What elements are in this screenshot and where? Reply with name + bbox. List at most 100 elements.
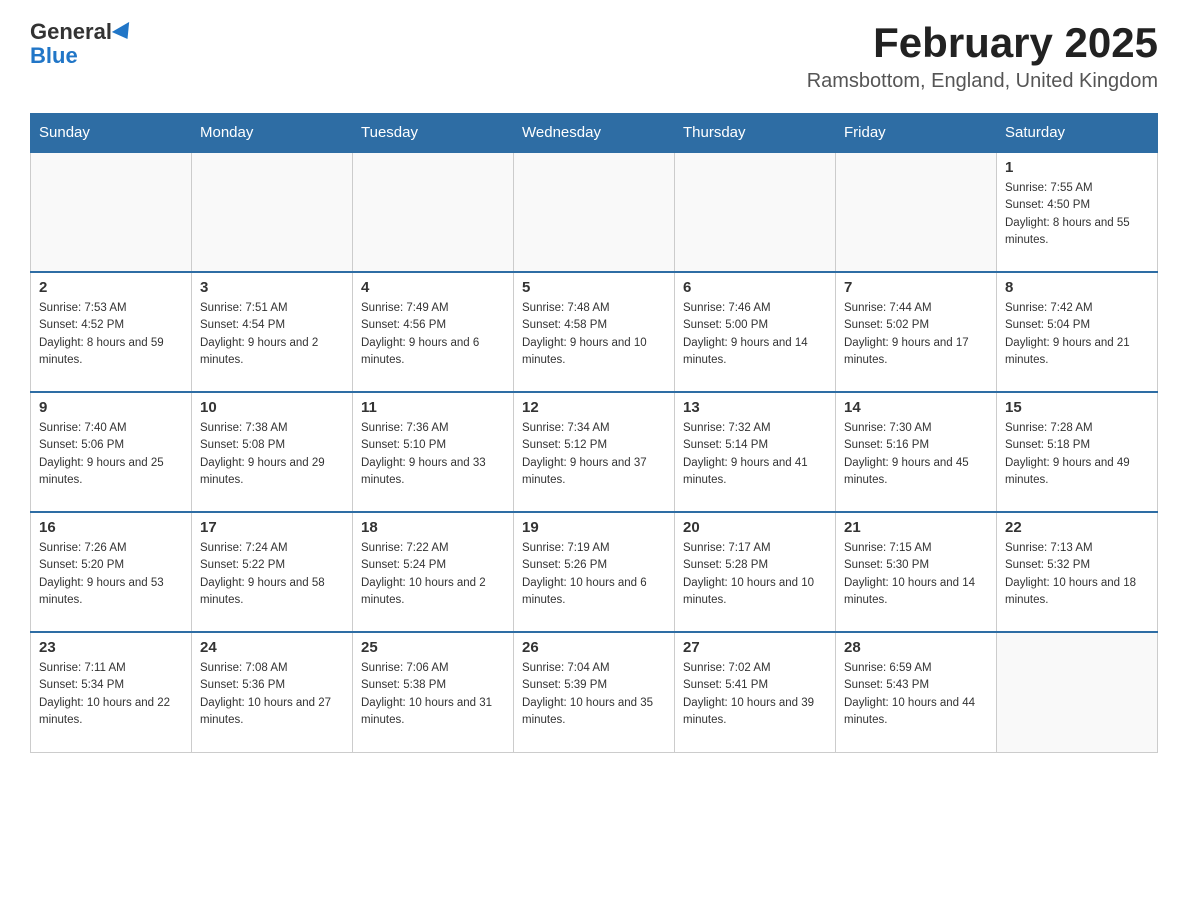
day-number: 6 [683,279,827,296]
calendar-day: 1 Sunrise: 7:55 AMSunset: 4:50 PMDaylight… [997,152,1158,272]
calendar-day: 16Sunrise: 7:26 AMSunset: 5:20 PMDayligh… [31,512,192,632]
day-info: Sunrise: 7:02 AMSunset: 5:41 PMDaylight:… [683,660,827,729]
calendar-day: 14 Sunrise: 7:30 AMSunset: 5:16 PMDayligh… [836,392,997,512]
day-info: Sunrise: 7:15 AMSunset: 5:30 PMDaylight:… [844,540,988,609]
calendar-day: 17Sunrise: 7:24 AMSunset: 5:22 PMDayligh… [192,512,353,632]
calendar-day: 25Sunrise: 7:06 AMSunset: 5:38 PMDayligh… [353,632,514,752]
calendar-day: 7Sunrise: 7:44 AMSunset: 5:02 PMDaylight… [836,272,997,392]
day-number: 19 [522,519,666,536]
calendar-day: 5 Sunrise: 7:48 AMSunset: 4:58 PMDaylight… [514,272,675,392]
day-info: Sunrise: 7:34 AMSunset: 5:12 PMDaylight:… [522,420,666,489]
day-info: Sunrise: 7:17 AMSunset: 5:28 PMDaylight:… [683,540,827,609]
calendar-day [836,152,997,272]
day-info: Sunrise: 7:49 AMSunset: 4:56 PMDaylight:… [361,300,505,369]
title-section: February 2025 Ramsbottom, England, Unite… [807,20,1158,93]
day-info: Sunrise: 7:13 AMSunset: 5:32 PMDaylight:… [1005,540,1149,609]
day-number: 18 [361,519,505,536]
calendar-header-row: Sunday Monday Tuesday Wednesday Thursday… [31,114,1158,153]
day-number: 22 [1005,519,1149,536]
calendar-day: 10Sunrise: 7:38 AMSunset: 5:08 PMDayligh… [192,392,353,512]
page-header: General Blue February 2025 Ramsbottom, E… [30,20,1158,93]
week-row-1: 2 Sunrise: 7:53 AMSunset: 4:52 PMDaylight… [31,272,1158,392]
day-info: Sunrise: 7:11 AMSunset: 5:34 PMDaylight:… [39,660,183,729]
week-row-2: 9Sunrise: 7:40 AMSunset: 5:06 PMDaylight… [31,392,1158,512]
calendar-day: 2 Sunrise: 7:53 AMSunset: 4:52 PMDaylight… [31,272,192,392]
day-info: Sunrise: 7:48 AMSunset: 4:58 PMDaylight:… [522,300,666,369]
day-info: Sunrise: 7:19 AMSunset: 5:26 PMDaylight:… [522,540,666,609]
day-number: 23 [39,639,183,656]
calendar-day: 23 Sunrise: 7:11 AMSunset: 5:34 PMDayligh… [31,632,192,752]
calendar-day: 13 Sunrise: 7:32 AMSunset: 5:14 PMDayligh… [675,392,836,512]
day-info: Sunrise: 7:44 AMSunset: 5:02 PMDaylight:… [844,300,988,369]
day-info: Sunrise: 7:30 AMSunset: 5:16 PMDaylight:… [844,420,988,489]
day-number: 24 [200,639,344,656]
calendar-day: 28Sunrise: 6:59 AMSunset: 5:43 PMDayligh… [836,632,997,752]
calendar-day [514,152,675,272]
day-info: Sunrise: 7:08 AMSunset: 5:36 PMDaylight:… [200,660,344,729]
day-number: 15 [1005,399,1149,416]
calendar-day [675,152,836,272]
header-wednesday: Wednesday [514,114,675,153]
day-number: 1 [1005,159,1149,176]
day-info: Sunrise: 7:36 AMSunset: 5:10 PMDaylight:… [361,420,505,489]
day-number: 2 [39,279,183,296]
day-number: 16 [39,519,183,536]
calendar-day: 19 Sunrise: 7:19 AMSunset: 5:26 PMDayligh… [514,512,675,632]
week-row-3: 16Sunrise: 7:26 AMSunset: 5:20 PMDayligh… [31,512,1158,632]
day-number: 25 [361,639,505,656]
calendar-day [192,152,353,272]
header-sunday: Sunday [31,114,192,153]
calendar-day: 12 Sunrise: 7:34 AMSunset: 5:12 PMDayligh… [514,392,675,512]
day-number: 21 [844,519,988,536]
calendar-day: 26 Sunrise: 7:04 AMSunset: 5:39 PMDayligh… [514,632,675,752]
calendar-day: 20Sunrise: 7:17 AMSunset: 5:28 PMDayligh… [675,512,836,632]
day-number: 26 [522,639,666,656]
day-info: Sunrise: 7:32 AMSunset: 5:14 PMDaylight:… [683,420,827,489]
header-saturday: Saturday [997,114,1158,153]
calendar-day: 11 Sunrise: 7:36 AMSunset: 5:10 PMDayligh… [353,392,514,512]
header-tuesday: Tuesday [353,114,514,153]
day-info: Sunrise: 7:55 AMSunset: 4:50 PMDaylight:… [1005,180,1149,249]
logo-general-text: General [30,19,112,44]
calendar-day: 3Sunrise: 7:51 AMSunset: 4:54 PMDaylight… [192,272,353,392]
calendar-title: February 2025 [807,20,1158,66]
day-number: 14 [844,399,988,416]
calendar-day: 8Sunrise: 7:42 AMSunset: 5:04 PMDaylight… [997,272,1158,392]
calendar-day: 22 Sunrise: 7:13 AMSunset: 5:32 PMDayligh… [997,512,1158,632]
logo: General Blue [30,20,134,68]
calendar-day: 27 Sunrise: 7:02 AMSunset: 5:41 PMDayligh… [675,632,836,752]
day-number: 11 [361,399,505,416]
week-row-4: 23 Sunrise: 7:11 AMSunset: 5:34 PMDayligh… [31,632,1158,752]
day-number: 12 [522,399,666,416]
day-info: Sunrise: 7:38 AMSunset: 5:08 PMDaylight:… [200,420,344,489]
calendar-subtitle: Ramsbottom, England, United Kingdom [807,70,1158,93]
day-info: Sunrise: 7:51 AMSunset: 4:54 PMDaylight:… [200,300,344,369]
day-info: Sunrise: 7:28 AMSunset: 5:18 PMDaylight:… [1005,420,1149,489]
calendar-day [31,152,192,272]
header-thursday: Thursday [675,114,836,153]
calendar-day: 9Sunrise: 7:40 AMSunset: 5:06 PMDaylight… [31,392,192,512]
calendar-day [997,632,1158,752]
calendar-table: Sunday Monday Tuesday Wednesday Thursday… [30,113,1158,753]
day-info: Sunrise: 7:46 AMSunset: 5:00 PMDaylight:… [683,300,827,369]
day-info: Sunrise: 6:59 AMSunset: 5:43 PMDaylight:… [844,660,988,729]
calendar-day: 21 Sunrise: 7:15 AMSunset: 5:30 PMDayligh… [836,512,997,632]
day-number: 27 [683,639,827,656]
calendar-day: 15 Sunrise: 7:28 AMSunset: 5:18 PMDayligh… [997,392,1158,512]
day-number: 17 [200,519,344,536]
calendar-day: 6 Sunrise: 7:46 AMSunset: 5:00 PMDaylight… [675,272,836,392]
calendar-day [353,152,514,272]
day-info: Sunrise: 7:42 AMSunset: 5:04 PMDaylight:… [1005,300,1149,369]
day-number: 5 [522,279,666,296]
logo-blue-text: Blue [30,43,78,68]
day-info: Sunrise: 7:53 AMSunset: 4:52 PMDaylight:… [39,300,183,369]
header-monday: Monday [192,114,353,153]
day-info: Sunrise: 7:04 AMSunset: 5:39 PMDaylight:… [522,660,666,729]
calendar-day: 18 Sunrise: 7:22 AMSunset: 5:24 PMDayligh… [353,512,514,632]
day-number: 13 [683,399,827,416]
logo-arrow-icon [112,22,136,44]
day-info: Sunrise: 7:40 AMSunset: 5:06 PMDaylight:… [39,420,183,489]
calendar-day: 4Sunrise: 7:49 AMSunset: 4:56 PMDaylight… [353,272,514,392]
week-row-0: 1 Sunrise: 7:55 AMSunset: 4:50 PMDaylight… [31,152,1158,272]
day-info: Sunrise: 7:22 AMSunset: 5:24 PMDaylight:… [361,540,505,609]
